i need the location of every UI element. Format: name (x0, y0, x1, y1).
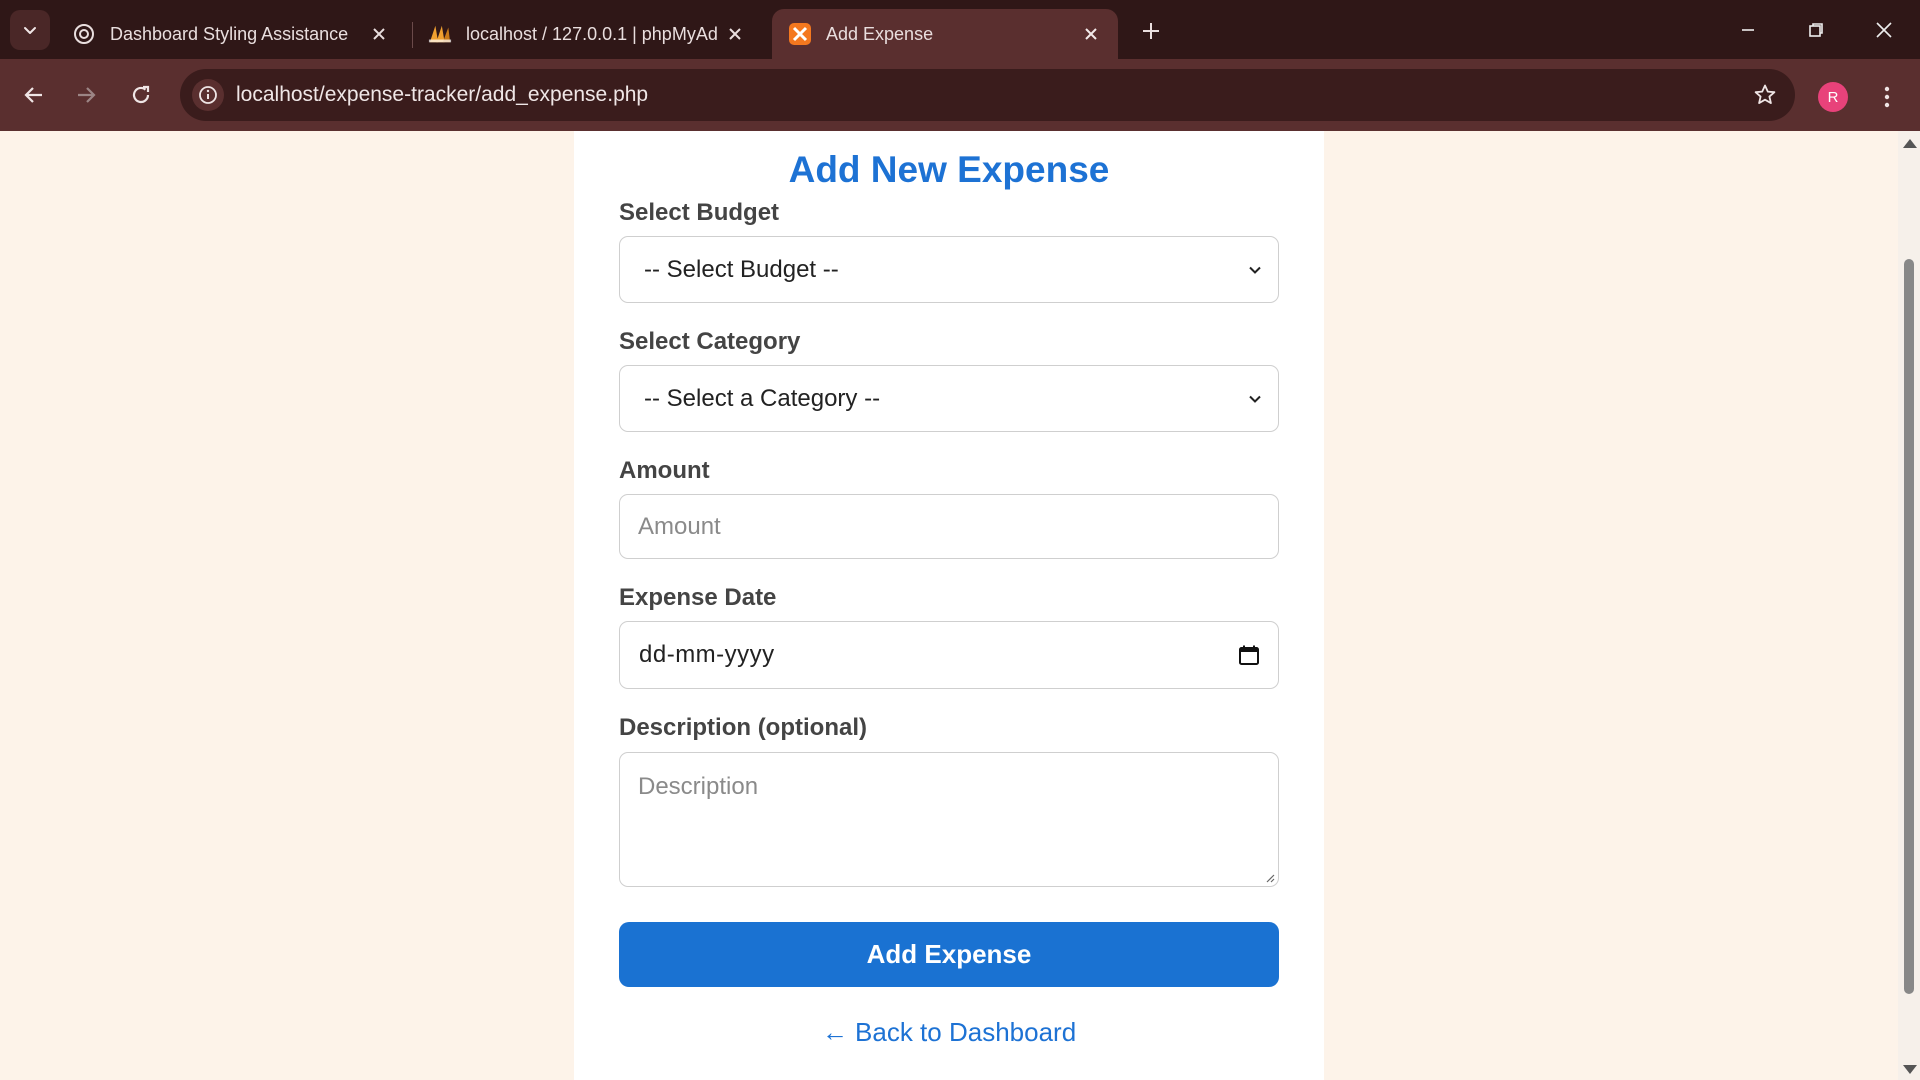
address-bar[interactable]: localhost/expense-tracker/add_expense.ph… (180, 69, 1795, 121)
budget-select-value: -- Select Budget -- (644, 255, 839, 283)
restore-button[interactable] (1790, 8, 1842, 52)
close-icon (1876, 22, 1892, 38)
description-placeholder: Description (638, 773, 759, 800)
add-expense-button[interactable]: Add Expense (619, 922, 1279, 987)
xampp-icon (788, 22, 812, 46)
amount-label: Amount (619, 457, 710, 484)
chevron-down-icon (1249, 395, 1261, 403)
tab-title: Add Expense (826, 23, 934, 44)
chatgpt-icon (72, 22, 96, 46)
category-select-value: -- Select a Category -- (644, 384, 881, 412)
category-label: Select Category (619, 328, 801, 355)
url-text[interactable]: localhost/expense-tracker/add_expense.ph… (236, 83, 648, 107)
close-icon[interactable] (722, 21, 748, 47)
restore-icon (1809, 23, 1823, 37)
plus-icon (1143, 23, 1159, 39)
tab-add-expense[interactable]: Add Expense (772, 9, 1118, 59)
tab-title: Dashboard Styling Assistance (110, 23, 349, 44)
description-label: Description (optional) (619, 714, 867, 741)
more-vertical-icon (1884, 86, 1890, 108)
back-button[interactable] (14, 75, 54, 115)
date-placeholder: dd-mm-yyyy (639, 641, 775, 668)
browser-menu-button[interactable] (1870, 77, 1904, 117)
chevron-down-icon (24, 27, 36, 34)
tab-strip: Dashboard Styling Assistance localhost /… (0, 0, 1920, 59)
calendar-icon[interactable] (1238, 644, 1260, 666)
browser-toolbar: localhost/expense-tracker/add_expense.ph… (0, 59, 1920, 131)
close-icon[interactable] (366, 21, 392, 47)
scroll-down-arrow[interactable] (1903, 1065, 1917, 1074)
arrow-left-icon (24, 87, 42, 103)
tab-title: localhost / 127.0.0.1 | phpMyAd (466, 23, 718, 44)
tab-phpmyadmin[interactable]: localhost / 127.0.0.1 | phpMyAd (412, 9, 762, 59)
budget-select[interactable]: -- Select Budget -- (619, 236, 1279, 303)
resize-grip-icon[interactable] (1263, 871, 1275, 883)
reload-icon (132, 85, 150, 104)
amount-input[interactable]: Amount (619, 494, 1279, 559)
new-tab-button[interactable] (1134, 14, 1168, 48)
arrow-right-icon (78, 87, 96, 103)
expense-form-card: Add New Expense Select Budget -- Select … (574, 131, 1324, 1080)
site-info-icon[interactable] (192, 79, 224, 111)
bookmark-star-icon[interactable] (1751, 81, 1779, 109)
tab-dashboard-styling[interactable]: Dashboard Styling Assistance (56, 9, 406, 59)
back-to-dashboard-link[interactable]: ← Back to Dashboard (574, 1017, 1324, 1048)
close-window-button[interactable] (1858, 8, 1910, 52)
description-textarea[interactable]: Description (619, 752, 1279, 887)
minimize-button[interactable] (1722, 8, 1774, 52)
page-title: Add New Expense (788, 149, 1110, 190)
scroll-up-arrow[interactable] (1903, 139, 1917, 148)
close-icon[interactable] (1078, 21, 1104, 47)
expense-date-label: Expense Date (619, 584, 777, 611)
budget-label: Select Budget (619, 199, 780, 226)
chevron-down-icon (1249, 266, 1261, 274)
page-viewport: Add New Expense Select Budget -- Select … (0, 131, 1898, 1080)
phpmyadmin-icon (428, 22, 452, 46)
minimize-icon (1742, 29, 1754, 31)
expense-date-input[interactable]: dd-mm-yyyy (619, 621, 1279, 689)
amount-placeholder: Amount (638, 512, 721, 540)
profile-avatar[interactable]: R (1818, 82, 1848, 112)
tab-search-button[interactable] (10, 10, 50, 50)
reload-button[interactable] (121, 75, 161, 115)
scrollbar-thumb[interactable] (1904, 259, 1914, 994)
forward-button[interactable] (66, 75, 106, 115)
page-scrollbar[interactable] (1898, 131, 1920, 1080)
category-select[interactable]: -- Select a Category -- (619, 365, 1279, 432)
